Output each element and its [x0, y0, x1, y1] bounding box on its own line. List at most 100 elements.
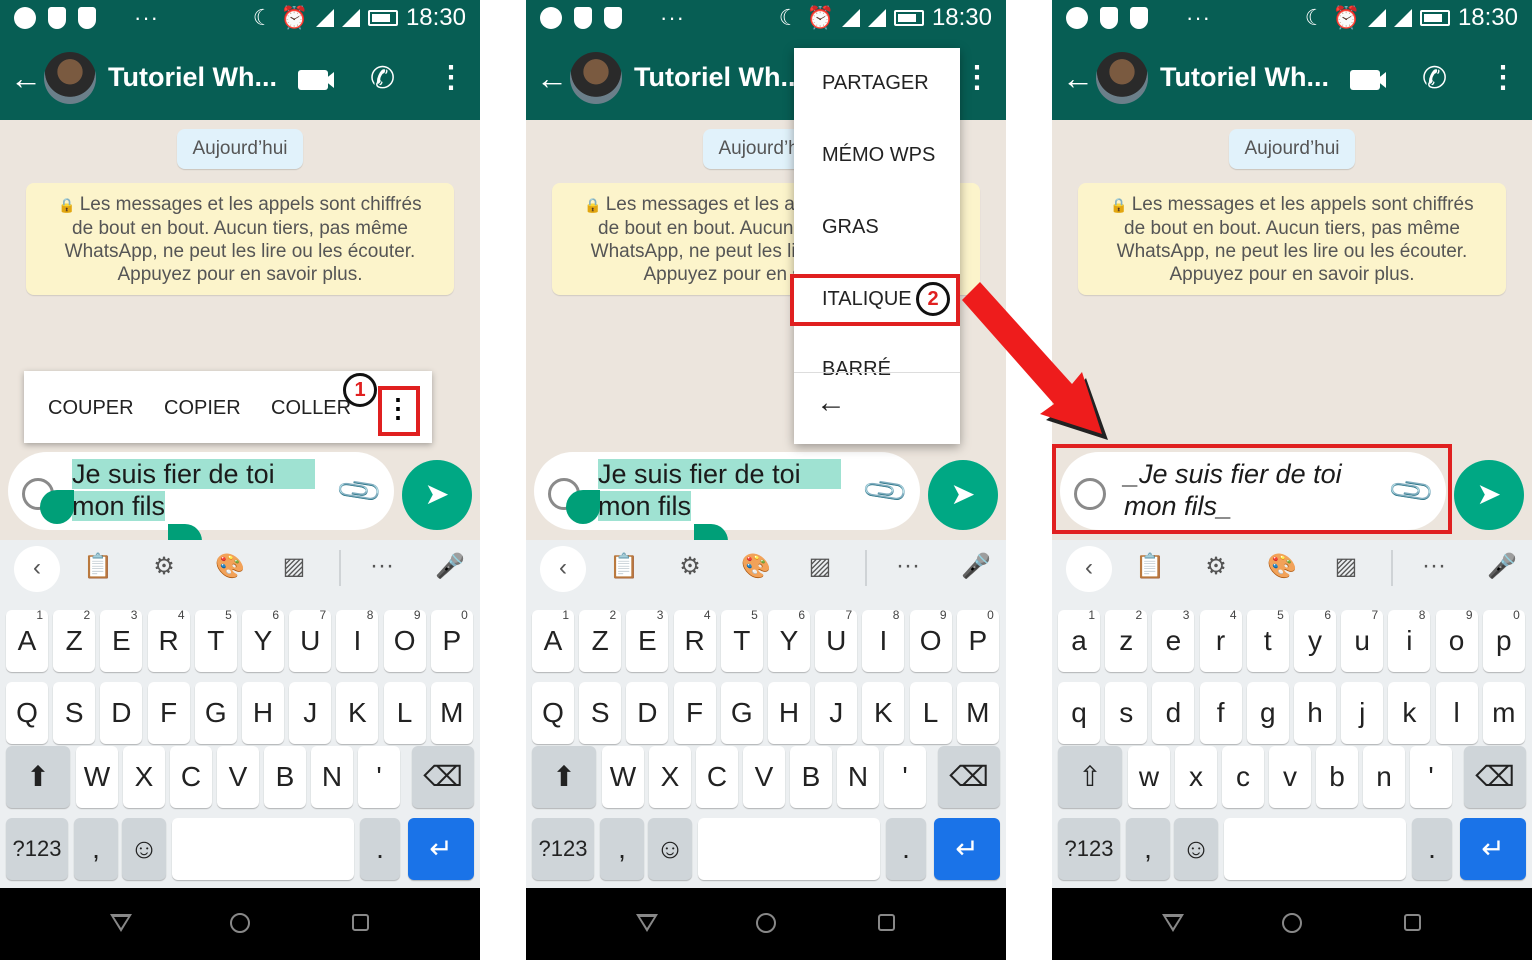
contact-avatar[interactable]	[1096, 52, 1148, 104]
key-h[interactable]: H	[768, 682, 810, 744]
key-u[interactable]: U7	[289, 608, 332, 672]
key-g[interactable]: G	[720, 682, 763, 744]
space-key[interactable]	[172, 818, 354, 880]
key-d[interactable]: D	[626, 682, 669, 744]
key-i[interactable]: I8	[336, 608, 379, 672]
clipboard-icon[interactable]: 📋	[606, 552, 642, 581]
emoji-key[interactable]: ☺	[1174, 818, 1218, 880]
space-key[interactable]	[1224, 818, 1406, 880]
key-o[interactable]: o9	[1435, 608, 1478, 672]
copy-button[interactable]: COPIER	[164, 397, 241, 420]
translate-icon[interactable]: ▨	[276, 552, 312, 581]
key-t[interactable]: T5	[194, 608, 237, 672]
nav-home-icon[interactable]	[230, 913, 250, 933]
keyboard-collapse-icon[interactable]: ‹	[14, 546, 60, 592]
key-l[interactable]: l	[1435, 682, 1478, 744]
nav-home-icon[interactable]	[756, 913, 776, 933]
comma-key[interactable]: ,	[74, 818, 118, 880]
key-c[interactable]: C	[696, 746, 738, 808]
key-t[interactable]: t5	[1246, 608, 1289, 672]
key-b[interactable]: b	[1316, 746, 1358, 808]
key-s[interactable]: S	[53, 682, 96, 744]
key-f[interactable]: f	[1199, 682, 1242, 744]
mic-icon[interactable]: 🎤	[958, 552, 994, 581]
key-r[interactable]: R4	[147, 608, 190, 672]
translate-icon[interactable]: ▨	[1328, 552, 1364, 581]
more-horiz-icon[interactable]: ···	[890, 552, 926, 580]
key-d[interactable]: D	[100, 682, 143, 744]
key-n[interactable]: N	[837, 746, 879, 808]
send-button[interactable]: ➤	[928, 460, 998, 530]
more-horiz-icon[interactable]: ···	[364, 552, 400, 580]
key-o[interactable]: O9	[383, 608, 426, 672]
shift-key[interactable]: ⬆	[6, 746, 70, 808]
chat-title[interactable]: Tutoriel Wh...	[634, 62, 803, 93]
key-f[interactable]: F	[673, 682, 716, 744]
more-horiz-icon[interactable]: ···	[1416, 552, 1452, 580]
key-r[interactable]: R4	[673, 608, 716, 672]
key-p[interactable]: p0	[1482, 608, 1525, 672]
key-e[interactable]: E3	[626, 608, 669, 672]
key-apostrophe[interactable]: '	[358, 746, 400, 808]
nav-home-icon[interactable]	[1282, 913, 1302, 933]
memo-menu-item[interactable]: MÉMO WPS	[822, 144, 935, 167]
key-apostrophe[interactable]: '	[884, 746, 926, 808]
emoji-key[interactable]: ☺	[122, 818, 166, 880]
key-z[interactable]: Z2	[579, 608, 622, 672]
key-k[interactable]: k	[1388, 682, 1431, 744]
nav-recents-icon[interactable]	[878, 914, 895, 931]
key-y[interactable]: Y6	[768, 608, 810, 672]
chat-title[interactable]: Tutoriel Wh...	[1160, 62, 1329, 93]
symbols-key[interactable]: ?123	[1058, 818, 1120, 880]
chat-title[interactable]: Tutoriel Wh...	[108, 62, 277, 93]
key-v[interactable]: v	[1269, 746, 1311, 808]
key-k[interactable]: K	[336, 682, 379, 744]
key-n[interactable]: n	[1363, 746, 1405, 808]
key-l[interactable]: L	[383, 682, 426, 744]
cut-button[interactable]: COUPER	[48, 397, 134, 420]
key-w[interactable]: W	[76, 746, 118, 808]
symbols-key[interactable]: ?123	[6, 818, 68, 880]
key-u[interactable]: u7	[1341, 608, 1384, 672]
key-m[interactable]: M	[956, 682, 999, 744]
key-g[interactable]: g	[1246, 682, 1289, 744]
key-z[interactable]: Z2	[53, 608, 96, 672]
key-o[interactable]: O9	[909, 608, 952, 672]
key-q[interactable]: Q	[532, 682, 574, 744]
key-c[interactable]: C	[170, 746, 212, 808]
key-p[interactable]: P0	[430, 608, 473, 672]
attach-icon[interactable]: 📎	[860, 466, 911, 517]
back-arrow-icon[interactable]: ←	[10, 60, 42, 96]
key-q[interactable]: q	[1058, 682, 1100, 744]
key-y[interactable]: Y6	[242, 608, 284, 672]
message-text[interactable]: Je suis fier de toi mon fils	[598, 458, 852, 522]
key-x[interactable]: X	[123, 746, 165, 808]
contact-avatar[interactable]	[570, 52, 622, 104]
selection-handle-start[interactable]	[566, 490, 600, 524]
symbols-key[interactable]: ?123	[532, 818, 594, 880]
back-arrow-icon[interactable]: ←	[1062, 60, 1094, 96]
key-s[interactable]: s	[1105, 682, 1148, 744]
period-key[interactable]: .	[1412, 818, 1452, 880]
key-apostrophe[interactable]: '	[1410, 746, 1452, 808]
key-j[interactable]: j	[1341, 682, 1384, 744]
key-m[interactable]: M	[430, 682, 473, 744]
send-button[interactable]: ➤	[402, 460, 472, 530]
nav-recents-icon[interactable]	[352, 914, 369, 931]
key-k[interactable]: K	[862, 682, 905, 744]
voice-call-icon[interactable]: ✆	[370, 62, 395, 96]
theme-icon[interactable]: 🎨	[738, 552, 774, 581]
enter-key[interactable]: ↵	[934, 818, 1000, 880]
period-key[interactable]: .	[360, 818, 400, 880]
comma-key[interactable]: ,	[600, 818, 644, 880]
key-f[interactable]: F	[147, 682, 190, 744]
key-v[interactable]: V	[217, 746, 259, 808]
back-arrow-icon[interactable]: ←	[816, 386, 846, 420]
voice-call-icon[interactable]: ✆	[1422, 62, 1447, 96]
nav-recents-icon[interactable]	[1404, 914, 1421, 931]
key-z[interactable]: z2	[1105, 608, 1148, 672]
key-y[interactable]: y6	[1294, 608, 1336, 672]
key-i[interactable]: I8	[862, 608, 905, 672]
more-vert-icon[interactable]: ⋮	[436, 60, 466, 96]
shift-key[interactable]: ⇧	[1058, 746, 1122, 808]
